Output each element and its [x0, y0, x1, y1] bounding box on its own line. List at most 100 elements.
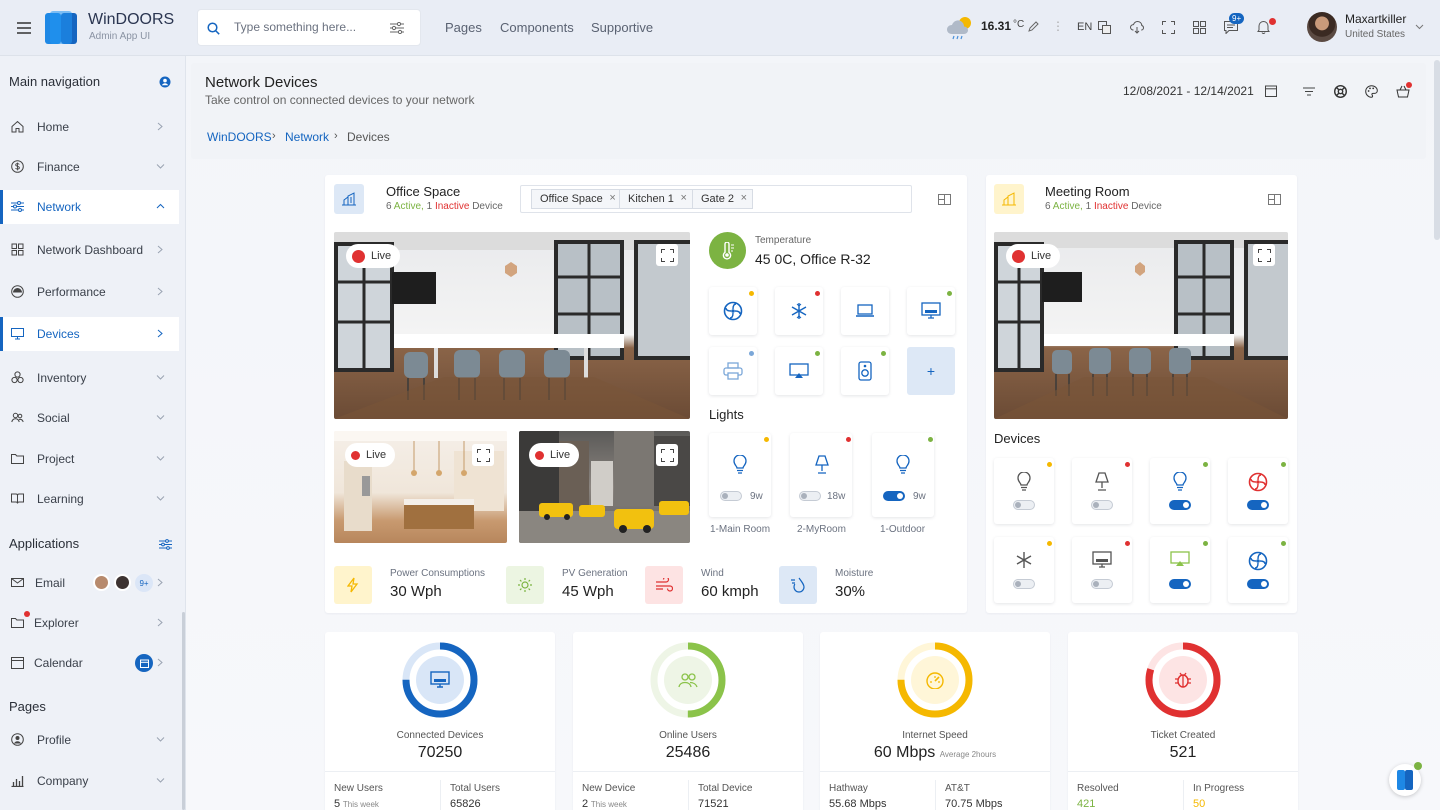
topnav-pages[interactable]: Pages — [445, 20, 482, 35]
chip-remove-icon[interactable]: × — [609, 192, 615, 204]
calendar-icon[interactable] — [1264, 84, 1278, 98]
sidebar-page-company[interactable]: Company — [0, 764, 179, 798]
light-toggle-switch[interactable] — [883, 491, 905, 501]
topnav-components[interactable]: Components — [500, 20, 574, 35]
sidebar-page-profile[interactable]: Profile — [0, 723, 179, 757]
chip-kitchen[interactable]: Kitchen 1 × — [619, 189, 693, 209]
sidebar-item-finance[interactable]: Finance — [0, 150, 179, 184]
printer-icon — [723, 362, 743, 380]
sidebar-app-email[interactable]: Email 9+ — [0, 566, 179, 600]
device-toggle-switch[interactable] — [1169, 500, 1191, 510]
bell-icon[interactable] — [1256, 20, 1270, 34]
meeting-device-fan-blue[interactable] — [1228, 537, 1288, 603]
device-laptop[interactable] — [841, 287, 889, 335]
apps-grid-icon[interactable] — [1192, 20, 1206, 34]
sidebar-item-performance[interactable]: Performance — [0, 275, 179, 309]
kpi-foot-label: Total Device — [698, 783, 753, 794]
app-subtitle: Admin App UI — [89, 31, 151, 42]
palette-icon[interactable] — [1364, 84, 1378, 98]
chevron-down-icon — [156, 494, 165, 503]
date-range[interactable]: 12/08/2021 - 12/14/2021 — [1123, 84, 1254, 98]
topnav-supportive[interactable]: Supportive — [591, 20, 653, 35]
user-circle-icon[interactable] — [158, 75, 171, 88]
kpi-foot-value: 5 This week — [334, 798, 379, 810]
meeting-device-bulb[interactable] — [994, 458, 1054, 524]
layout-toggle-icon[interactable] — [937, 193, 951, 205]
filter-sliders-icon[interactable] — [389, 21, 405, 35]
device-toggle-switch[interactable] — [1013, 500, 1035, 510]
light-toggle-switch[interactable] — [799, 491, 821, 501]
kpi-foot-value: 2 This week — [582, 798, 627, 810]
kpi-foot-value: 71521 — [698, 798, 729, 810]
page-subtitle: Take control on connected devices to you… — [205, 93, 475, 107]
light-toggle-switch[interactable] — [720, 491, 742, 501]
device-toggle-switch[interactable] — [1091, 579, 1113, 589]
sidebar-app-calendar[interactable]: Calendar — [0, 646, 179, 680]
app-title: WinDOORS — [88, 11, 175, 28]
light-name: 2-MyRoom — [797, 524, 846, 535]
breadcrumb-network[interactable]: Network — [285, 130, 329, 144]
edit-pencil-icon[interactable] — [1027, 20, 1039, 32]
meeting-device-lamp[interactable] — [1072, 458, 1132, 524]
breadcrumb-root[interactable]: WinDOORS — [207, 130, 272, 144]
dollar-icon — [11, 160, 25, 174]
light-tile-main-room[interactable]: 9w — [709, 433, 771, 517]
page-scrollbar[interactable] — [1434, 60, 1440, 240]
kpi-foot-label: New Device — [582, 783, 636, 794]
meeting-device-ac[interactable] — [994, 537, 1054, 603]
sidebar-item-inventory[interactable]: Inventory — [0, 361, 179, 395]
meeting-device-desktop[interactable] — [1072, 537, 1132, 603]
desktop-icon — [921, 302, 941, 320]
layout-toggle-icon[interactable] — [1267, 193, 1281, 205]
sidebar-item-project[interactable]: Project — [0, 442, 179, 476]
expand-fullscreen-icon[interactable] — [472, 444, 494, 466]
sidebar-item-devices[interactable]: Devices — [0, 317, 179, 351]
meeting-device-fan[interactable] — [1228, 458, 1288, 524]
chevron-down-icon — [156, 735, 165, 744]
search-input[interactable] — [234, 20, 384, 34]
stat-label: PV Generation — [562, 568, 628, 579]
status-dot — [1047, 541, 1052, 546]
sidebar-item-network[interactable]: Network — [0, 190, 179, 224]
language-code[interactable]: EN — [1077, 21, 1092, 33]
sidebar-item-label: Devices — [37, 327, 80, 341]
expand-fullscreen-icon[interactable] — [656, 244, 678, 266]
user-avatar[interactable] — [1307, 12, 1337, 42]
device-toggle-switch[interactable] — [1247, 579, 1269, 589]
sidebar-item-home[interactable]: Home — [0, 110, 179, 144]
expand-fullscreen-icon[interactable] — [1253, 244, 1275, 266]
meeting-device-bulb-blue[interactable] — [1150, 458, 1210, 524]
fullscreen-icon[interactable] — [1161, 20, 1175, 34]
user-name[interactable]: Maxartkiller — [1345, 12, 1406, 26]
sidebar-item-network-dashboard[interactable]: Network Dashboard — [0, 233, 179, 267]
filter-icon[interactable] — [1302, 85, 1316, 97]
chip-remove-icon[interactable]: × — [680, 192, 686, 204]
sidebar-item-learning[interactable]: Learning — [0, 482, 179, 516]
sidebar-app-explorer[interactable]: Explorer — [0, 606, 179, 640]
hamburger-menu-icon[interactable] — [14, 18, 34, 38]
add-device-button[interactable]: + — [907, 347, 955, 395]
light-tile-outdoor[interactable]: 9w — [872, 433, 934, 517]
chip-gate[interactable]: Gate 2 × — [692, 189, 754, 209]
device-toggle-switch[interactable] — [1247, 500, 1269, 510]
translate-icon[interactable] — [1097, 20, 1111, 34]
support-lifebuoy-icon[interactable] — [1333, 84, 1347, 98]
sidebar-scrollbar[interactable] — [182, 612, 185, 810]
applications-settings-icon[interactable] — [158, 538, 172, 550]
sliders-icon — [11, 200, 25, 214]
chip-remove-icon[interactable]: × — [741, 192, 747, 204]
user-chevron-down-icon[interactable] — [1414, 22, 1424, 32]
sidebar-item-social[interactable]: Social — [0, 401, 179, 435]
meeting-device-screencast[interactable] — [1150, 537, 1210, 603]
chip-office-space[interactable]: Office Space × — [531, 189, 622, 209]
kpi-divider — [440, 780, 441, 810]
expand-fullscreen-icon[interactable] — [656, 444, 678, 466]
chevron-right-icon — [156, 329, 165, 338]
device-toggle-switch[interactable] — [1013, 579, 1035, 589]
light-tile-myroom[interactable]: 18w — [790, 433, 852, 517]
device-toggle-switch[interactable] — [1091, 500, 1113, 510]
stat-label: Wind — [701, 568, 724, 579]
cloud-download-icon[interactable] — [1130, 20, 1144, 34]
device-toggle-switch[interactable] — [1169, 579, 1191, 589]
light-wattage: 18w — [827, 491, 846, 502]
